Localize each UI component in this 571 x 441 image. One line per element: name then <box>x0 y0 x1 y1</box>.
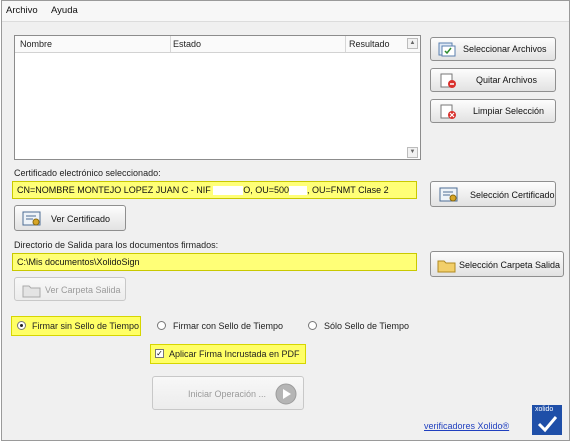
menu-file[interactable]: Archivo <box>6 5 38 16</box>
xolido-logo: xolido <box>532 405 562 435</box>
verifiers-link[interactable]: verificadores Xolido® <box>424 421 509 431</box>
column-divider[interactable] <box>345 36 346 52</box>
redacted-block <box>289 186 308 196</box>
file-list[interactable]: Nombre Estado Resultado ▲ ▼ <box>14 35 421 160</box>
select-certificate-button[interactable]: Selección Certificado <box>430 181 556 207</box>
logo-check-icon <box>537 416 557 433</box>
xolido-logo-text: xolido <box>535 406 554 413</box>
select-files-label: Seleccionar Archivos <box>463 44 547 54</box>
timestamp-only-label[interactable]: Sólo Sello de Tiempo <box>324 321 409 331</box>
view-certificate-icon <box>22 211 41 226</box>
menu-help[interactable]: Ayuda <box>51 5 78 16</box>
select-output-folder-label: Selección Carpeta Salida <box>459 260 561 270</box>
remove-files-label: Quitar Archivos <box>476 75 538 85</box>
clear-selection-button[interactable]: Limpiar Selección <box>430 99 556 123</box>
start-operation-label: Iniciar Operación ... <box>188 389 267 399</box>
view-certificate-label: Ver Certificado <box>51 214 111 224</box>
embed-pdf-signature-label[interactable]: Aplicar Firma Incrustada en PDF <box>169 349 300 359</box>
remove-files-icon <box>440 73 456 88</box>
certificate-value: CN=NOMBRE MONTEJO LOPEZ JUAN C - NIF <box>17 185 214 195</box>
sign-without-timestamp-label[interactable]: Firmar sin Sello de Tiempo <box>32 321 139 331</box>
redacted-block <box>213 186 244 196</box>
sign-with-timestamp-label[interactable]: Firmar con Sello de Tiempo <box>173 321 283 331</box>
certificate-value-end: , OU=FNMT Clase 2 <box>307 185 389 195</box>
certificate-field: CN=NOMBRE MONTEJO LOPEZ JUAN C - NIF O, … <box>12 181 417 199</box>
certificate-label: Certificado electrónico seleccionado: <box>14 168 161 178</box>
column-name[interactable]: Nombre <box>20 39 52 49</box>
select-certificate-label: Selección Certificado <box>470 190 555 200</box>
view-output-folder-button[interactable]: Ver Carpeta Salida <box>14 277 126 301</box>
scroll-up-button[interactable]: ▲ <box>407 38 418 49</box>
clear-selection-icon <box>440 104 456 119</box>
certificate-icon <box>439 187 458 202</box>
select-files-button[interactable]: Seleccionar Archivos <box>430 37 556 61</box>
output-directory-label: Directorio de Salida para los documentos… <box>14 240 219 250</box>
embed-pdf-signature-checkbox[interactable]: ✓ <box>155 349 164 358</box>
file-list-header: Nombre Estado Resultado <box>15 36 420 53</box>
menu-bar: Archivo Ayuda <box>2 1 569 22</box>
play-icon <box>275 383 297 405</box>
view-folder-icon <box>22 285 41 298</box>
clear-selection-label: Limpiar Selección <box>473 106 545 116</box>
column-divider[interactable] <box>170 36 171 52</box>
scroll-down-button[interactable]: ▼ <box>407 147 418 158</box>
sign-without-timestamp-radio[interactable] <box>17 321 26 330</box>
column-status[interactable]: Estado <box>173 39 201 49</box>
remove-files-button[interactable]: Quitar Archivos <box>430 68 556 92</box>
output-directory-field[interactable]: C:\Mis documentos\XolidoSign <box>12 253 417 271</box>
start-operation-button[interactable]: Iniciar Operación ... <box>152 376 304 410</box>
select-output-folder-button[interactable]: Selección Carpeta Salida <box>430 251 564 277</box>
view-certificate-button[interactable]: Ver Certificado <box>14 205 126 231</box>
select-files-icon <box>438 42 456 57</box>
sign-with-timestamp-radio[interactable] <box>157 321 166 330</box>
folder-icon <box>437 260 456 273</box>
timestamp-only-radio[interactable] <box>308 321 317 330</box>
certificate-value-suffix: O, OU=500 <box>243 185 290 195</box>
column-result[interactable]: Resultado <box>349 39 390 49</box>
app-window: Archivo Ayuda Nombre Estado Resultado ▲ … <box>1 0 570 441</box>
view-output-folder-label: Ver Carpeta Salida <box>45 285 121 295</box>
